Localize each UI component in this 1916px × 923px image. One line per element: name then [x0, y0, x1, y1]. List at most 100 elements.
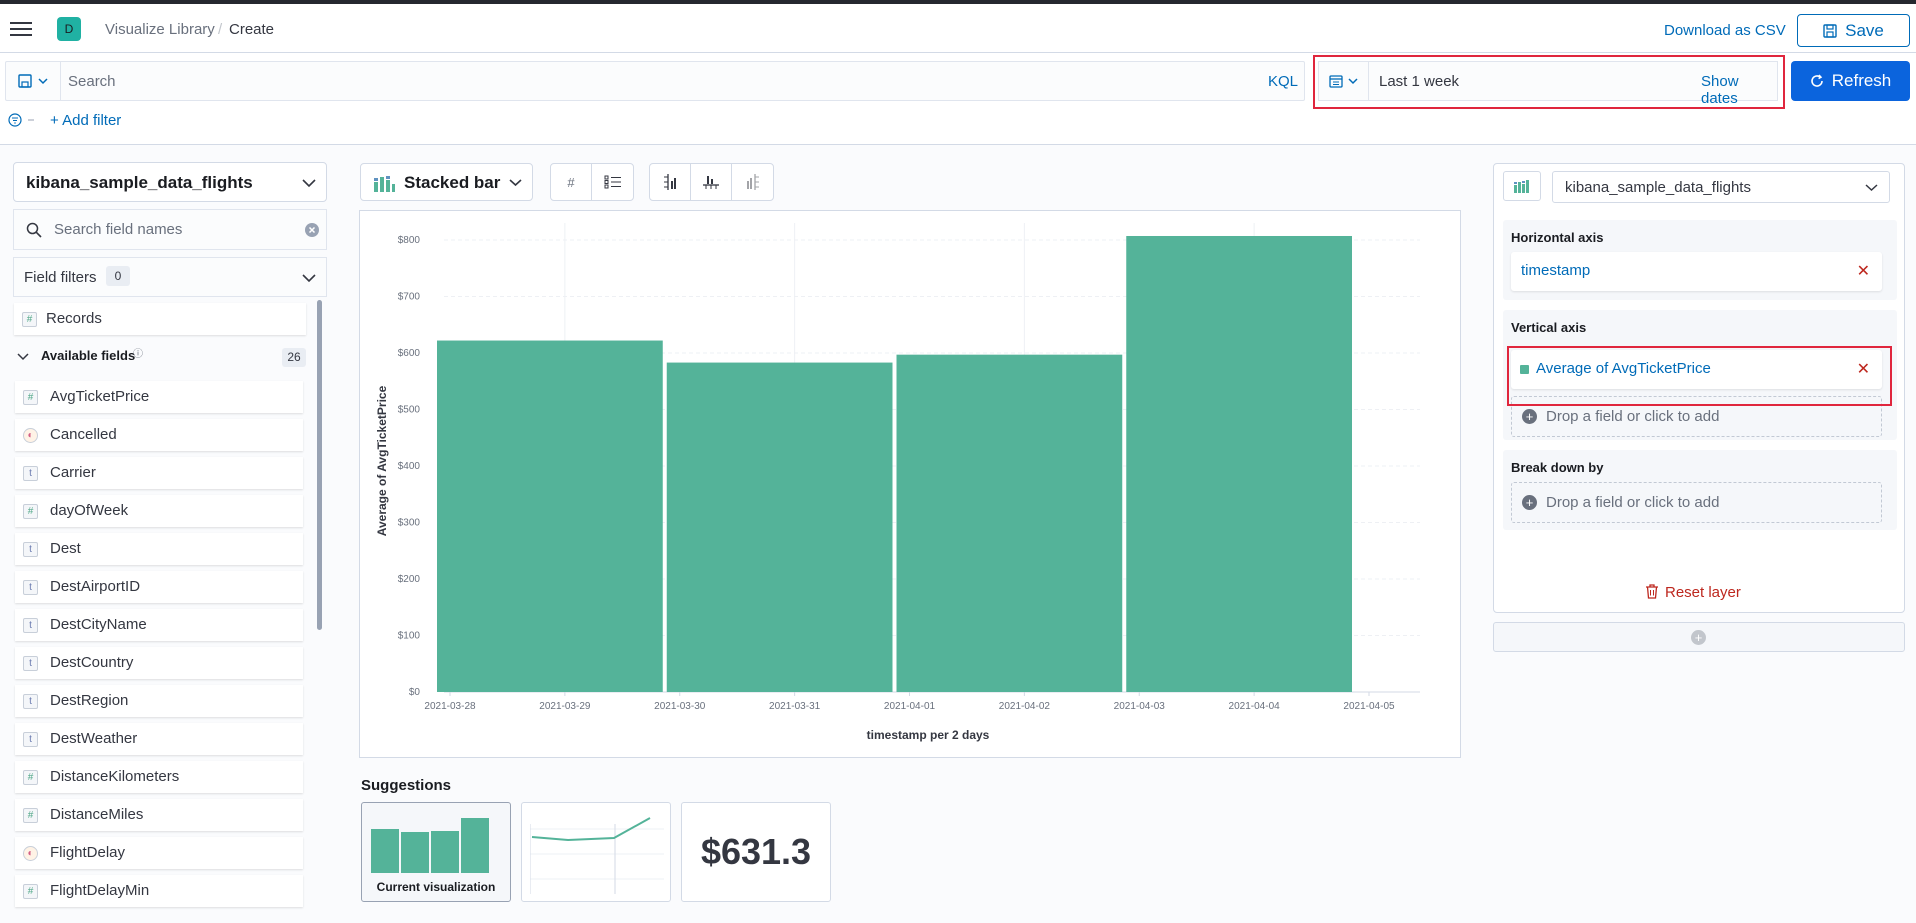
suggestion-line-chart[interactable] — [521, 802, 671, 902]
field-filters-toggle[interactable]: Field filters 0 — [13, 257, 327, 297]
field-item[interactable]: t DestCityName — [15, 609, 303, 641]
breadcrumb-separator: / — [218, 21, 223, 38]
field-item[interactable]: # AvgTicketPrice — [15, 381, 303, 413]
breakdown-drop-zone[interactable]: + Drop a field or click to add — [1511, 482, 1882, 523]
time-range-value[interactable]: Last 1 week — [1379, 73, 1459, 90]
hamburger-menu-icon[interactable] — [10, 18, 32, 40]
current-visualization-label: Current visualization — [376, 880, 496, 894]
field-item[interactable]: # FlightDelayMin — [15, 875, 303, 907]
bar-chart: $0 $100 $200 $300 $400 $500 $600 $700 $800 2021-… — [375, 223, 1420, 742]
bottom-axis-icon[interactable] — [691, 164, 732, 200]
clear-search-icon[interactable] — [305, 223, 319, 237]
legend-icon[interactable] — [592, 164, 633, 200]
chart-type-select[interactable]: Stacked bar — [360, 163, 533, 201]
plus-circle-icon: + — [1691, 630, 1706, 645]
suggestion-metric[interactable]: $631.3 — [681, 802, 831, 902]
string-type-icon: t — [23, 580, 38, 595]
field-list-scrollbar[interactable] — [317, 300, 322, 630]
field-item[interactable]: t Carrier — [15, 457, 303, 489]
boolean-type-icon: ◐ — [23, 428, 38, 443]
reset-layer-button[interactable]: Reset layer — [1645, 584, 1741, 601]
plus-circle-icon: + — [1522, 409, 1537, 424]
field-item[interactable]: # DistanceMiles — [15, 799, 303, 831]
suggestion-line-thumbnail — [530, 817, 664, 894]
chevron-down-icon — [38, 78, 48, 85]
bar[interactable] — [666, 362, 893, 692]
field-item[interactable]: ◐ FlightDelay — [15, 837, 303, 869]
saved-query-icon — [18, 74, 32, 88]
top-header: D Visualize Library / Create Download as… — [0, 0, 1916, 53]
string-type-icon: t — [23, 542, 38, 557]
download-csv-link[interactable]: Download as CSV — [1664, 22, 1786, 39]
string-type-icon: t — [23, 656, 38, 671]
add-filter-button[interactable]: + Add filter — [50, 112, 121, 129]
field-name: DistanceMiles — [50, 806, 144, 823]
field-item[interactable]: t DestRegion — [15, 685, 303, 717]
quick-menu-button[interactable] — [1319, 62, 1369, 100]
left-axis-icon[interactable] — [650, 164, 691, 200]
space-avatar[interactable]: D — [57, 17, 81, 41]
refresh-button[interactable]: Refresh — [1791, 61, 1910, 101]
add-layer-button[interactable]: + — [1493, 622, 1905, 652]
horizontal-axis-dimension[interactable]: timestamp ✕ — [1511, 252, 1882, 291]
y-tick-label: $300 — [398, 517, 421, 528]
field-item[interactable]: ◐ Cancelled — [15, 419, 303, 451]
kql-toggle[interactable]: KQL — [1268, 73, 1298, 90]
string-type-icon: t — [23, 732, 38, 747]
remove-dimension-icon[interactable]: ✕ — [1857, 261, 1870, 281]
suggestions-title: Suggestions — [361, 777, 452, 794]
x-tick-label: 2021-04-01 — [884, 701, 936, 712]
breadcrumb-visualize-library[interactable]: Visualize Library — [105, 21, 215, 38]
number-type-icon: # — [23, 884, 38, 899]
breakdown-drop-label: Drop a field or click to add — [1546, 494, 1720, 511]
field-name: DestCountry — [50, 654, 134, 671]
trash-icon — [1646, 584, 1658, 599]
date-picker[interactable]: Last 1 week Show dates — [1318, 61, 1778, 107]
field-search-input[interactable]: Search field names — [13, 209, 327, 250]
value-labels-group: # — [550, 163, 634, 201]
show-dates-link[interactable]: Show dates — [1701, 73, 1777, 107]
field-name: DestWeather — [50, 730, 138, 747]
stacked-bar-icon — [374, 176, 395, 192]
field-item[interactable]: t Dest — [15, 533, 303, 565]
layer-index-pattern-select[interactable]: kibana_sample_data_flights — [1552, 171, 1890, 203]
suggestion-current-visualization[interactable]: Current visualization — [361, 802, 511, 902]
field-name: AvgTicketPrice — [50, 388, 150, 405]
reset-layer-label: Reset layer — [1665, 584, 1741, 601]
vertical-axis-label: Vertical axis — [1511, 320, 1587, 335]
chevron-down-icon — [302, 274, 316, 283]
field-name: DestCityName — [50, 616, 147, 633]
right-axis-icon[interactable] — [732, 164, 773, 200]
field-name: dayOfWeek — [50, 502, 129, 519]
value-labels-icon[interactable]: # — [551, 164, 592, 200]
chart-type-label: Stacked bar — [404, 173, 501, 192]
search-input[interactable]: Search KQL — [5, 61, 1305, 101]
field-item[interactable]: t DestCountry — [15, 647, 303, 679]
search-placeholder: Search — [68, 73, 116, 90]
bar[interactable] — [896, 354, 1123, 692]
layer-chart-type-button[interactable] — [1503, 171, 1541, 201]
breadcrumb-create: Create — [229, 21, 275, 38]
vertical-axis-highlight — [1507, 346, 1892, 406]
field-item[interactable]: t DestWeather — [15, 723, 303, 755]
x-tick-label: 2021-03-30 — [654, 701, 706, 712]
records-field[interactable]: # Records — [14, 303, 306, 335]
filter-options-icon[interactable] — [8, 113, 38, 130]
field-item[interactable]: # DistanceKilometers — [15, 761, 303, 793]
number-type-icon: # — [23, 770, 38, 785]
bar[interactable] — [437, 340, 663, 692]
layer-index-pattern-name: kibana_sample_data_flights — [1565, 179, 1751, 196]
field-item[interactable]: # dayOfWeek — [15, 495, 303, 527]
saved-query-button[interactable] — [6, 62, 61, 100]
y-tick-label: $800 — [398, 235, 421, 246]
bar[interactable] — [1126, 235, 1352, 692]
drop-field-label: Drop a field or click to add — [1546, 408, 1720, 425]
number-type-icon: # — [23, 504, 38, 519]
index-pattern-select[interactable]: kibana_sample_data_flights — [13, 162, 327, 202]
x-tick-label: 2021-03-28 — [424, 701, 476, 712]
available-fields-count: 26 — [282, 348, 306, 367]
calendar-icon — [1329, 75, 1343, 88]
field-name: Records — [46, 310, 102, 327]
save-button[interactable]: Save — [1797, 14, 1910, 47]
field-item[interactable]: t DestAirportID — [15, 571, 303, 603]
